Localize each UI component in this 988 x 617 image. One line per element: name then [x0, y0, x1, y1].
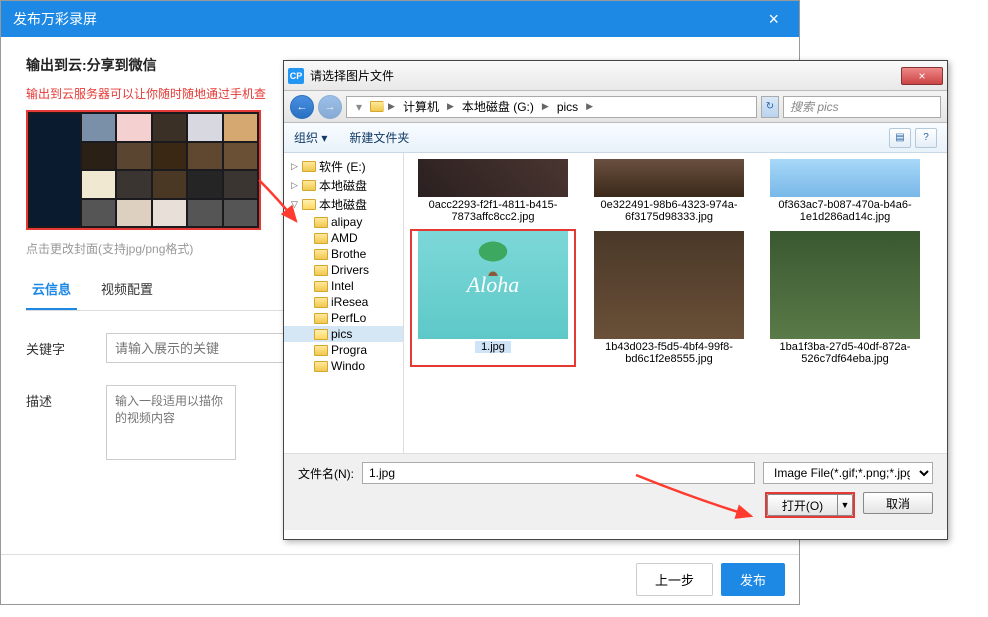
folder-icon — [314, 233, 328, 244]
file-name-label: 0f363ac7-b087-470a-b4a6-1e1d286ad14c.jpg — [764, 199, 926, 223]
file-item[interactable]: Aloha 1.jpg — [410, 229, 576, 367]
filename-label: 文件名(N): — [298, 465, 354, 482]
refresh-icon[interactable]: ↻ — [761, 96, 779, 118]
tree-item[interactable]: Progra — [284, 342, 403, 358]
tree-item-label: Brothe — [331, 247, 366, 261]
keyword-label: 关键字 — [26, 333, 106, 358]
folder-icon — [314, 265, 328, 276]
breadcrumb[interactable]: 本地磁盘 (G:) — [457, 98, 540, 115]
path-bar[interactable]: ▾ ▶ 计算机 ▶ 本地磁盘 (G:) ▶ pics ▶ — [346, 96, 757, 118]
file-thumbnail — [418, 159, 568, 197]
file-item[interactable]: 1b43d023-f5d5-4bf4-99f8-bd6c1f2e8555.jpg — [586, 229, 752, 367]
file-name-label: 0acc2293-f2f1-4811-b415-7873affc8cc2.jpg — [412, 199, 574, 223]
folder-icon — [314, 345, 328, 356]
keyword-input[interactable] — [106, 333, 300, 363]
file-dialog: CP 请选择图片文件 × ← → ▾ ▶ 计算机 ▶ 本地磁盘 (G:) ▶ p… — [283, 60, 948, 540]
file-item[interactable]: 0f363ac7-b087-470a-b4a6-1e1d286ad14c.jpg — [762, 157, 928, 225]
publish-button[interactable]: 发布 — [721, 563, 785, 596]
tree-item-label: 本地磁盘 — [319, 177, 367, 194]
desc-label: 描述 — [26, 385, 106, 410]
search-input[interactable]: 搜索 pics — [783, 96, 941, 118]
cover-thumbnail[interactable] — [26, 110, 261, 230]
tree-item[interactable]: Drivers — [284, 262, 403, 278]
prev-button[interactable]: 上一步 — [636, 563, 713, 596]
tree-item[interactable]: pics — [284, 326, 403, 342]
file-name-label: 1b43d023-f5d5-4bf4-99f8-bd6c1f2e8555.jpg — [588, 341, 750, 365]
file-grid: 0acc2293-f2f1-4811-b415-7873affc8cc2.jpg… — [404, 153, 947, 453]
tree-item-label: alipay — [331, 215, 362, 229]
file-thumbnail: Aloha — [418, 231, 568, 339]
file-thumbnail — [594, 159, 744, 197]
help-icon[interactable]: ? — [915, 128, 937, 148]
file-name-label: 1.jpg — [475, 341, 511, 353]
tree-item-label: PerfLo — [331, 311, 366, 325]
folder-icon — [302, 180, 316, 191]
app-icon: CP — [288, 68, 304, 84]
filetype-select[interactable]: Image File(*.gif;*.png;*.jpg;*) — [763, 462, 933, 484]
tree-item-label: Progra — [331, 343, 367, 357]
file-name-label: 0e322491-98b6-4323-974a-6f3175d98333.jpg — [588, 199, 750, 223]
tree-item[interactable]: Windo — [284, 358, 403, 374]
breadcrumb[interactable]: 计算机 — [398, 98, 445, 115]
file-thumbnail — [418, 373, 568, 411]
filename-input[interactable] — [362, 462, 755, 484]
open-button-group: 打开(O) ▼ — [765, 492, 855, 518]
tree-item[interactable]: Brothe — [284, 246, 403, 262]
tree-item[interactable]: ▽本地磁盘 — [284, 195, 403, 214]
desc-textarea[interactable] — [106, 385, 236, 460]
tree-item[interactable]: Intel — [284, 278, 403, 294]
folder-icon — [314, 361, 328, 372]
close-icon[interactable]: × — [901, 67, 943, 85]
newfolder-button[interactable]: 新建文件夹 — [349, 129, 409, 146]
tree-item[interactable]: PerfLo — [284, 310, 403, 326]
folder-icon — [314, 297, 328, 308]
folder-icon — [302, 161, 316, 172]
open-button[interactable]: 打开(O) — [767, 494, 837, 516]
folder-icon — [314, 313, 328, 324]
organize-menu[interactable]: 组织 ▾ — [294, 129, 327, 146]
tab-video[interactable]: 视频配置 — [95, 271, 159, 310]
file-item[interactable]: 0e322491-98b6-4323-974a-6f3175d98333.jpg — [586, 157, 752, 225]
dialog-header: 发布万彩录屏 × — [1, 1, 799, 37]
tree-item[interactable]: AMD — [284, 230, 403, 246]
file-name-label: 1ba1f3ba-27d5-40df-872a-526c7df64eba.jpg — [764, 341, 926, 365]
tree-item-label: Drivers — [331, 263, 369, 277]
tree-item[interactable]: iResea — [284, 294, 403, 310]
folder-icon — [314, 281, 328, 292]
close-icon[interactable]: × — [760, 5, 787, 34]
nav-back-icon[interactable]: ← — [290, 95, 314, 119]
tree-item[interactable]: ▷本地磁盘 — [284, 176, 403, 195]
folder-icon — [314, 249, 328, 260]
tree-item-label: 本地磁盘 — [319, 196, 367, 213]
folder-icon — [302, 199, 316, 210]
view-icon[interactable]: ▤ — [889, 128, 911, 148]
folder-icon — [314, 329, 328, 340]
tree-item-label: Intel — [331, 279, 354, 293]
tree-item-label: Windo — [331, 359, 365, 373]
nav-forward-icon[interactable]: → — [318, 95, 342, 119]
tree-item[interactable]: ▷软件 (E:) — [284, 157, 403, 176]
file-item[interactable] — [410, 371, 576, 415]
tab-cloud[interactable]: 云信息 — [26, 271, 77, 310]
file-thumbnail — [770, 159, 920, 197]
file-dialog-title: 请选择图片文件 — [310, 67, 394, 84]
tree-item-label: pics — [331, 327, 352, 341]
file-item[interactable]: 0acc2293-f2f1-4811-b415-7873affc8cc2.jpg — [410, 157, 576, 225]
folder-icon — [314, 217, 328, 228]
tree-item-label: iResea — [331, 295, 368, 309]
open-dropdown-icon[interactable]: ▼ — [837, 494, 853, 516]
tree-item-label: 软件 (E:) — [319, 158, 366, 175]
file-thumbnail — [770, 231, 920, 339]
tree-item-label: AMD — [331, 231, 358, 245]
dialog-title: 发布万彩录屏 — [13, 9, 97, 29]
file-thumbnail — [594, 231, 744, 339]
cancel-button[interactable]: 取消 — [863, 492, 933, 514]
breadcrumb[interactable]: pics — [552, 100, 584, 114]
tree-item[interactable]: alipay — [284, 214, 403, 230]
folder-tree: ▷软件 (E:)▷本地磁盘▽本地磁盘alipay AMD Brothe Drivers… — [284, 153, 404, 453]
file-item[interactable]: 1ba1f3ba-27d5-40df-872a-526c7df64eba.jpg — [762, 229, 928, 367]
